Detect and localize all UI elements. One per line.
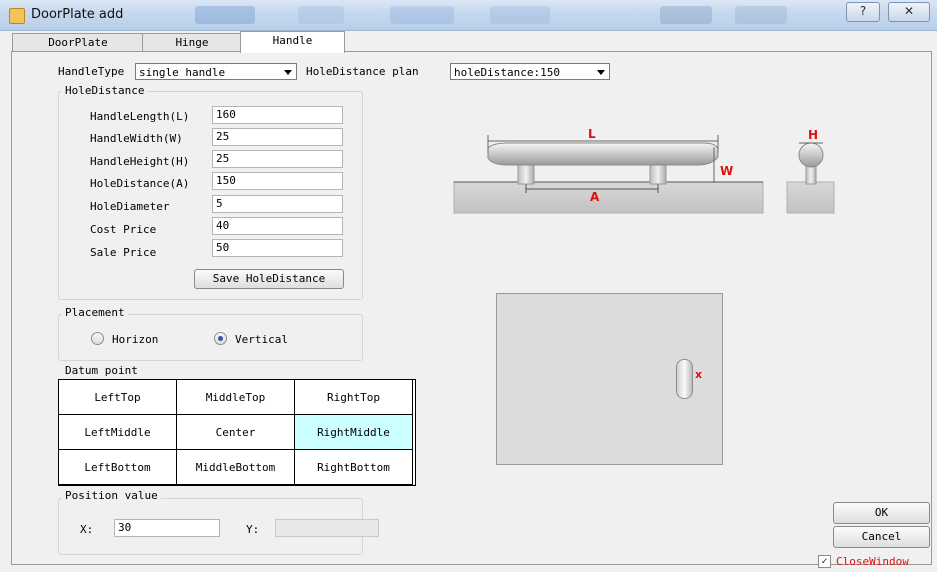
handle-height-input[interactable]: 25 <box>212 150 343 168</box>
taskbar-blur <box>735 6 787 24</box>
field-label: HandleLength(L) <box>90 110 190 123</box>
field-label: HoleDiameter <box>90 200 170 213</box>
chevron-down-icon <box>597 70 605 75</box>
ok-button[interactable]: OK <box>833 502 930 524</box>
handle-bar <box>487 142 719 166</box>
x-label: X: <box>80 523 94 536</box>
x-input[interactable]: 30 <box>114 519 220 537</box>
datum-left-top[interactable]: LeftTop <box>58 379 177 415</box>
handle-type-select[interactable]: single handle <box>135 63 297 80</box>
save-hole-distance-button[interactable]: Save HoleDistance <box>194 269 344 289</box>
datum-center[interactable]: Center <box>176 414 295 450</box>
datum-middle-bottom[interactable]: MiddleBottom <box>176 449 295 485</box>
horizon-radio[interactable] <box>91 332 104 345</box>
label-a: A <box>590 190 600 204</box>
datum-right-bottom[interactable]: RightBottom <box>294 449 413 485</box>
datum-right-middle[interactable]: RightMiddle <box>294 414 413 450</box>
help-button[interactable]: ? <box>846 2 880 22</box>
tab-doorplate[interactable]: DoorPlate <box>12 33 144 52</box>
tab-hinge[interactable]: Hinge <box>142 33 242 52</box>
taskbar-blur <box>660 6 712 24</box>
cost-price-input[interactable]: 40 <box>212 217 343 235</box>
hole-distance-input[interactable]: 150 <box>212 172 343 190</box>
taskbar-blur <box>390 6 454 24</box>
hole-distance-plan-label: HoleDistance plan <box>306 65 419 78</box>
title-bar: DoorPlate add ? ✕ <box>0 0 937 31</box>
hole-diameter-input[interactable]: 5 <box>212 195 343 213</box>
taskbar-blur <box>298 6 344 24</box>
taskbar-blur <box>195 6 255 24</box>
hole-distance-plan-select[interactable]: holeDistance:150 <box>450 63 610 80</box>
chevron-down-icon <box>284 70 292 75</box>
handle-post <box>649 164 667 185</box>
plate-shape <box>453 181 764 214</box>
door-preview: x <box>496 293 723 465</box>
help-icon: ? <box>859 4 867 18</box>
label-l: L <box>588 127 596 141</box>
placement-group-title: Placement <box>62 306 128 319</box>
window-title: DoorPlate add <box>31 7 124 22</box>
handle-width-input[interactable]: 25 <box>212 128 343 146</box>
datum-left-bottom[interactable]: LeftBottom <box>58 449 177 485</box>
datum-left-middle[interactable]: LeftMiddle <box>58 414 177 450</box>
label-h: H <box>808 128 818 142</box>
label-w: W <box>720 164 733 178</box>
field-label: HandleHeight(H) <box>90 155 190 168</box>
datum-right-top[interactable]: RightTop <box>294 379 413 415</box>
field-label: HandleWidth(W) <box>90 132 183 145</box>
vertical-label: Vertical <box>235 333 288 346</box>
field-label: Sale Price <box>90 246 157 259</box>
position-value-group-title: Position value <box>62 489 161 502</box>
y-label: Y: <box>246 523 260 536</box>
sale-price-input[interactable]: 50 <box>212 239 343 257</box>
hole-distance-group-title: HoleDistance <box>62 84 148 97</box>
taskbar-blur <box>490 6 550 24</box>
close-icon: ✕ <box>903 4 915 18</box>
close-button[interactable]: ✕ <box>888 2 930 22</box>
side-handle <box>798 142 824 168</box>
horizon-label: Horizon <box>112 333 159 346</box>
hole-distance-plan-value: holeDistance:150 <box>454 66 560 79</box>
door-handle-shape <box>676 359 693 399</box>
datum-point-group-title: Datum point <box>62 364 141 377</box>
door-offset-label: x <box>695 368 703 381</box>
cancel-button[interactable]: Cancel <box>833 526 930 548</box>
tab-handle[interactable]: Handle <box>240 31 345 53</box>
handle-type-label: HandleType <box>58 65 125 78</box>
y-input <box>275 519 379 537</box>
close-window-label: CloseWindow <box>836 555 909 568</box>
handle-type-value: single handle <box>139 66 226 79</box>
vertical-radio[interactable] <box>214 332 227 345</box>
datum-middle-top[interactable]: MiddleTop <box>176 379 295 415</box>
side-post <box>805 164 817 185</box>
field-label: HoleDistance(A) <box>90 177 190 190</box>
datum-point-grid: LeftTop MiddleTop RightTop LeftMiddle Ce… <box>58 379 416 486</box>
handle-dimension-diagram: L W A H <box>453 127 835 214</box>
handle-post <box>517 164 535 185</box>
app-icon <box>9 8 25 24</box>
field-label: Cost Price <box>90 223 157 236</box>
side-plate-shape <box>786 181 835 214</box>
close-window-checkbox[interactable]: ✓ <box>818 555 831 568</box>
handle-length-input[interactable]: 160 <box>212 106 343 124</box>
